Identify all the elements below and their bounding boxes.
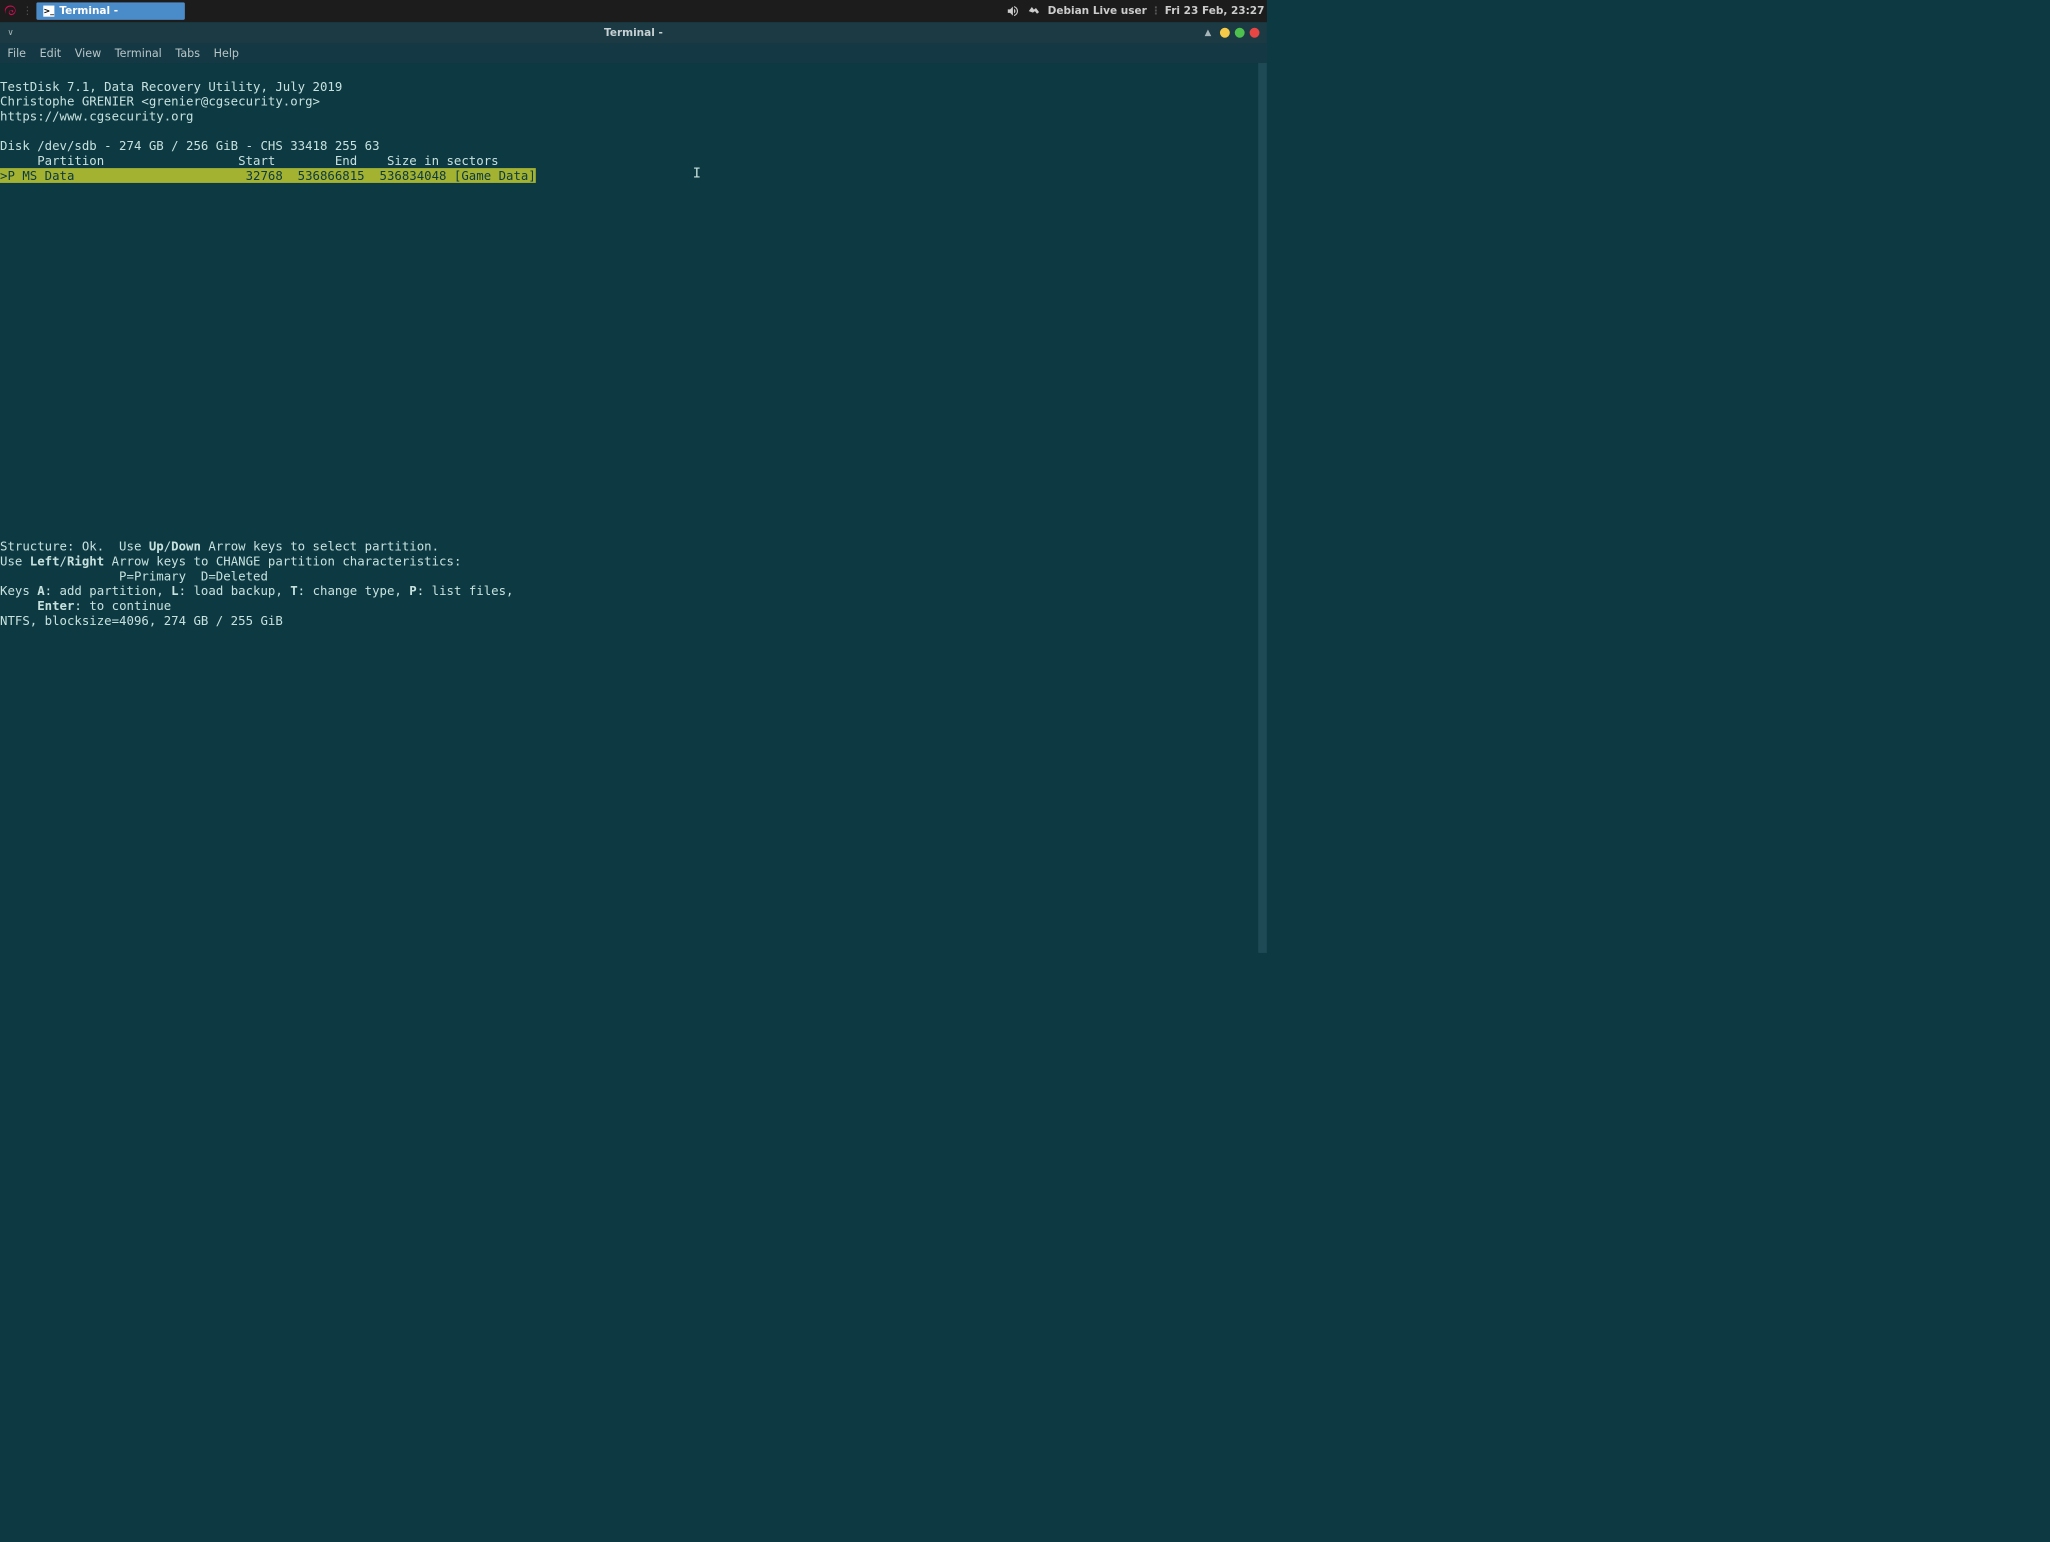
term-line: TestDisk 7.1, Data Recovery Utility, Jul… xyxy=(0,79,342,94)
term-line: Keys xyxy=(0,583,37,598)
key-t: T xyxy=(290,583,297,598)
key-l: L xyxy=(171,583,178,598)
key-enter: Enter xyxy=(37,598,74,613)
menu-file[interactable]: File xyxy=(7,47,26,60)
taskbar-left: ⋮ >_ Terminal - xyxy=(2,2,184,19)
separator-icon: ⋮ xyxy=(22,5,33,17)
term-line: Use xyxy=(0,554,30,569)
debian-logo-icon[interactable] xyxy=(2,3,18,19)
taskbar-right: Debian Live user ⋮ Fri 23 Feb, 23:27 xyxy=(1006,4,1265,19)
close-button[interactable] xyxy=(1250,28,1260,38)
term-line: Structure: Ok. Use xyxy=(0,539,149,554)
menu-terminal[interactable]: Terminal xyxy=(115,47,162,60)
system-taskbar: ⋮ >_ Terminal - Debian Live user ⋮ Fri 2… xyxy=(0,0,1267,22)
term-line: https://www.cgsecurity.org xyxy=(0,109,193,124)
term-line: P=Primary D=Deleted xyxy=(0,569,268,584)
term-line: : list files, xyxy=(417,583,514,598)
term-line: Arrow keys to select partition. xyxy=(201,539,439,554)
term-line: / xyxy=(164,539,171,554)
key-right: Right xyxy=(67,554,104,569)
window-title: Terminal - xyxy=(604,27,663,39)
term-line: Partition Start End Size in sectors xyxy=(0,153,499,168)
maximize-button[interactable] xyxy=(1235,28,1245,38)
power-manager-icon[interactable] xyxy=(1027,4,1042,19)
partition-row-selected[interactable]: >P MS Data 32768 536866815 536834048 [Ga… xyxy=(0,168,536,183)
term-line xyxy=(0,598,37,613)
titlebar-menu-dropdown-icon[interactable]: ∨ xyxy=(7,28,13,38)
window-controls: ▲ xyxy=(1205,28,1260,38)
key-left: Left xyxy=(30,554,60,569)
key-up: Up xyxy=(149,539,164,554)
text-cursor-icon: I xyxy=(693,166,701,181)
menu-view[interactable]: View xyxy=(75,47,101,60)
window-titlebar[interactable]: ∨ Terminal - ▲ xyxy=(0,22,1267,43)
terminal-output[interactable]: TestDisk 7.1, Data Recovery Utility, Jul… xyxy=(0,63,1267,953)
menu-edit[interactable]: Edit xyxy=(40,47,62,60)
term-line: Christophe GRENIER <grenier@cgsecurity.o… xyxy=(0,94,320,109)
minimize-button[interactable] xyxy=(1220,28,1230,38)
term-line: NTFS, blocksize=4096, 274 GB / 255 GiB xyxy=(0,613,283,628)
menu-bar: File Edit View Terminal Tabs Help xyxy=(0,43,1267,63)
taskbar-app-terminal[interactable]: >_ Terminal - xyxy=(36,2,184,19)
separator-icon: ⋮ xyxy=(1151,5,1162,17)
term-line: : load backup, xyxy=(179,583,291,598)
menu-help[interactable]: Help xyxy=(214,47,239,60)
term-line: : change type, xyxy=(298,583,410,598)
terminal-app-icon: >_ xyxy=(43,6,54,17)
menu-tabs[interactable]: Tabs xyxy=(175,47,200,60)
keep-above-icon[interactable]: ▲ xyxy=(1205,28,1212,38)
key-down: Down xyxy=(171,539,201,554)
term-line: Disk /dev/sdb - 274 GB / 256 GiB - CHS 3… xyxy=(0,138,380,153)
term-line: : to continue xyxy=(74,598,171,613)
taskbar-app-label: Terminal - xyxy=(59,5,118,17)
user-label[interactable]: Debian Live user xyxy=(1048,5,1147,17)
term-line: : add partition, xyxy=(45,583,172,598)
volume-icon[interactable] xyxy=(1006,4,1021,19)
scrollbar[interactable] xyxy=(1258,63,1267,953)
clock-label[interactable]: Fri 23 Feb, 23:27 xyxy=(1165,5,1265,17)
term-line: Arrow keys to CHANGE partition character… xyxy=(104,554,461,569)
